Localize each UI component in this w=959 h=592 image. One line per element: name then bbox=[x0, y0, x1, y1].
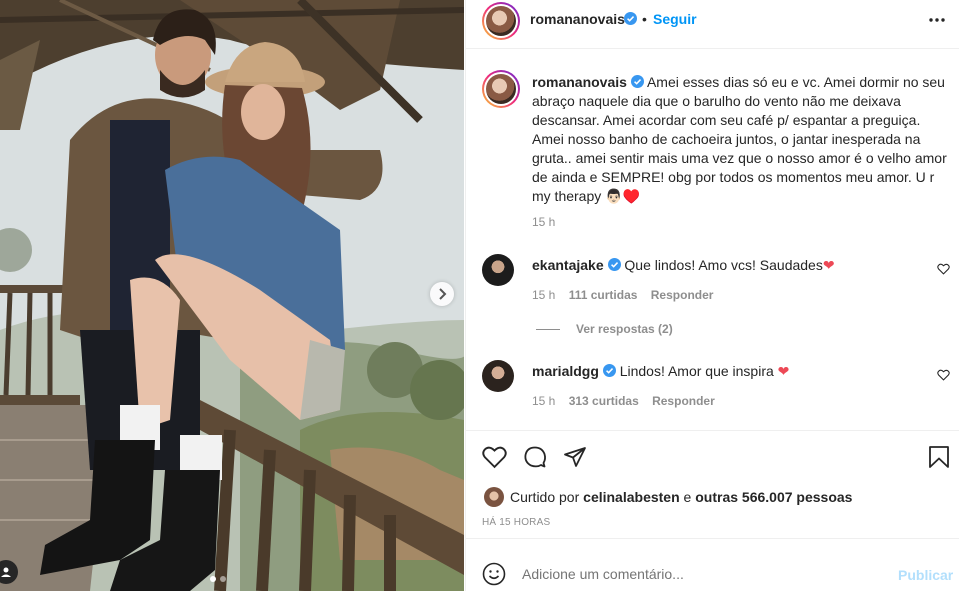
comment-item: marialdgg Lindos! Amor que inspira ❤ 15 … bbox=[482, 360, 952, 420]
comment-reply-button[interactable]: Responder bbox=[652, 394, 715, 408]
view-replies-line bbox=[536, 328, 560, 330]
comment-meta: 15 h 111 curtidas Responder bbox=[532, 288, 713, 302]
emoji-button[interactable] bbox=[482, 562, 506, 591]
more-options-button[interactable] bbox=[927, 12, 947, 28]
comment-item: ekantajake Que lindos! Amo vcs! Saudades… bbox=[482, 254, 952, 354]
post-timestamp[interactable]: HÁ 15 HORAS bbox=[482, 517, 550, 528]
comment-body: marialdgg Lindos! Amor que inspira ❤ bbox=[532, 362, 922, 381]
heart-emoji: ❤ bbox=[777, 363, 790, 379]
action-bar bbox=[466, 430, 959, 481]
comment-like-button[interactable] bbox=[937, 262, 950, 280]
comment-text: Que lindos! Amo vcs! Saudades bbox=[624, 257, 823, 273]
bookmark-icon bbox=[929, 446, 949, 468]
post-image bbox=[0, 0, 464, 591]
heart-outline-icon bbox=[482, 446, 507, 469]
caption: romananovais Amei esses dias só eu e vc.… bbox=[532, 73, 952, 206]
commenter-username[interactable]: marialdgg bbox=[532, 363, 599, 379]
emoji-smile-icon bbox=[482, 562, 506, 586]
like-button[interactable] bbox=[482, 445, 507, 474]
comment-time[interactable]: 15 h bbox=[532, 394, 555, 408]
more-horizontal-icon bbox=[929, 18, 945, 22]
comment-likes-count[interactable]: 313 curtidas bbox=[569, 394, 639, 408]
publish-button[interactable]: Publicar bbox=[898, 567, 953, 583]
comment-input[interactable] bbox=[522, 564, 882, 584]
caption-username[interactable]: romananovais bbox=[532, 74, 627, 90]
post-details-panel: romananovais • Seguir romananovais Amei … bbox=[465, 0, 959, 591]
carousel-dots bbox=[210, 576, 226, 582]
heart-outline-icon bbox=[937, 263, 950, 275]
comment-text: Lindos! Amor que inspira bbox=[619, 363, 774, 379]
heart-emoji: ❤ bbox=[822, 257, 835, 273]
chevron-right-icon bbox=[439, 288, 447, 300]
paper-plane-icon bbox=[564, 447, 586, 467]
heart-outline-icon bbox=[937, 369, 950, 381]
caption-text: Amei esses dias só eu e vc. Amei dormir … bbox=[532, 74, 947, 204]
caption-avatar bbox=[486, 74, 516, 104]
comment-like-button[interactable] bbox=[937, 368, 950, 386]
comment-likes-count[interactable]: 111 curtidas bbox=[569, 288, 638, 302]
post-photo[interactable] bbox=[0, 0, 464, 591]
comment-button[interactable] bbox=[523, 445, 547, 474]
add-comment-bar: Publicar bbox=[466, 538, 959, 592]
likes-middle: e bbox=[683, 489, 692, 505]
likes-others-count[interactable]: outras 566.007 pessoas bbox=[695, 489, 852, 505]
carousel-next-button[interactable] bbox=[430, 282, 454, 306]
comment-time[interactable]: 15 h bbox=[532, 288, 555, 302]
liker-username[interactable]: celinalabesten bbox=[583, 489, 680, 505]
author-avatar-ring[interactable] bbox=[482, 2, 520, 40]
commenter-username[interactable]: ekantajake bbox=[532, 257, 604, 273]
header-separator: • bbox=[642, 11, 647, 27]
carousel-dot bbox=[220, 576, 226, 582]
author-username[interactable]: romananovais bbox=[530, 11, 625, 27]
likes-prefix: Curtido por bbox=[510, 489, 580, 505]
verified-badge-icon bbox=[602, 364, 616, 377]
commenter-avatar[interactable] bbox=[482, 360, 514, 392]
author-avatar bbox=[486, 6, 516, 36]
carousel-dot-active bbox=[210, 576, 216, 582]
follow-button[interactable]: Seguir bbox=[653, 11, 697, 27]
caption-avatar-ring[interactable] bbox=[482, 70, 520, 108]
comment-icon bbox=[524, 446, 546, 468]
comment-body: ekantajake Que lindos! Amo vcs! Saudades… bbox=[532, 256, 922, 275]
verified-badge-icon bbox=[624, 12, 637, 25]
save-button[interactable] bbox=[928, 445, 950, 474]
caption-time[interactable]: 15 h bbox=[532, 215, 555, 229]
commenter-avatar[interactable] bbox=[482, 254, 514, 286]
view-replies-button[interactable]: Ver respostas (2) bbox=[532, 322, 673, 336]
likes-summary: Curtido por celinalabesten e outras 566.… bbox=[484, 486, 852, 508]
comment-reply-button[interactable]: Responder bbox=[651, 288, 714, 302]
liker-avatar[interactable] bbox=[484, 487, 504, 507]
share-button[interactable] bbox=[563, 445, 587, 474]
post-header: romananovais • Seguir bbox=[466, 0, 959, 49]
view-replies-label: Ver respostas (2) bbox=[576, 322, 673, 336]
verified-badge-icon bbox=[630, 75, 644, 88]
user-icon bbox=[1, 567, 11, 577]
verified-badge-icon bbox=[607, 258, 621, 271]
comment-meta: 15 h 313 curtidas Responder bbox=[532, 394, 715, 408]
